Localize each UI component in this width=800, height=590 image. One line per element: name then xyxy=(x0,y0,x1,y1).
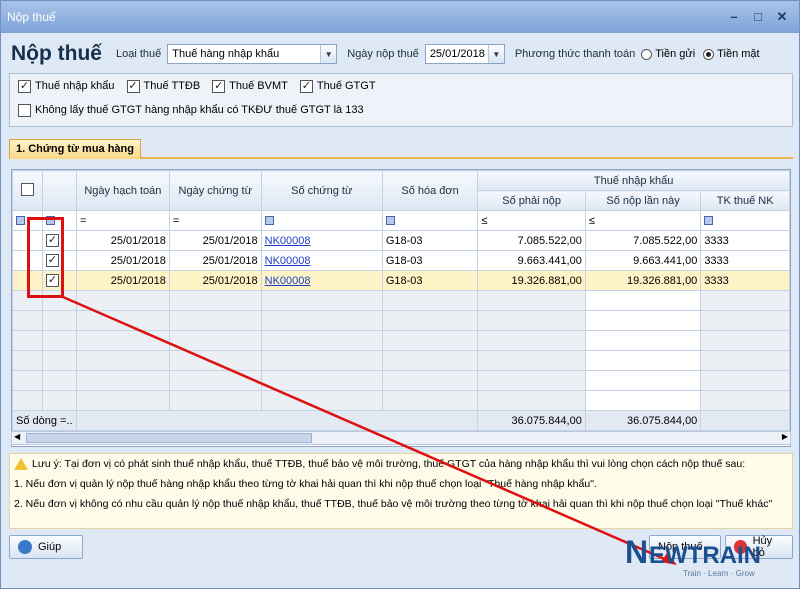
pay-tax-window: Nộp thuế – □ ✕ Nộp thuế Loại thuế Thuế h… xyxy=(0,0,800,589)
newtrain-logo: N EWTRAIN Train · Learn · Grow xyxy=(623,523,793,581)
logo-letter-n: N xyxy=(625,534,648,570)
annotation-arrow xyxy=(62,295,677,565)
logo-word: EWTRAIN xyxy=(649,542,761,569)
logo-tagline: Train · Learn · Grow xyxy=(683,569,755,578)
